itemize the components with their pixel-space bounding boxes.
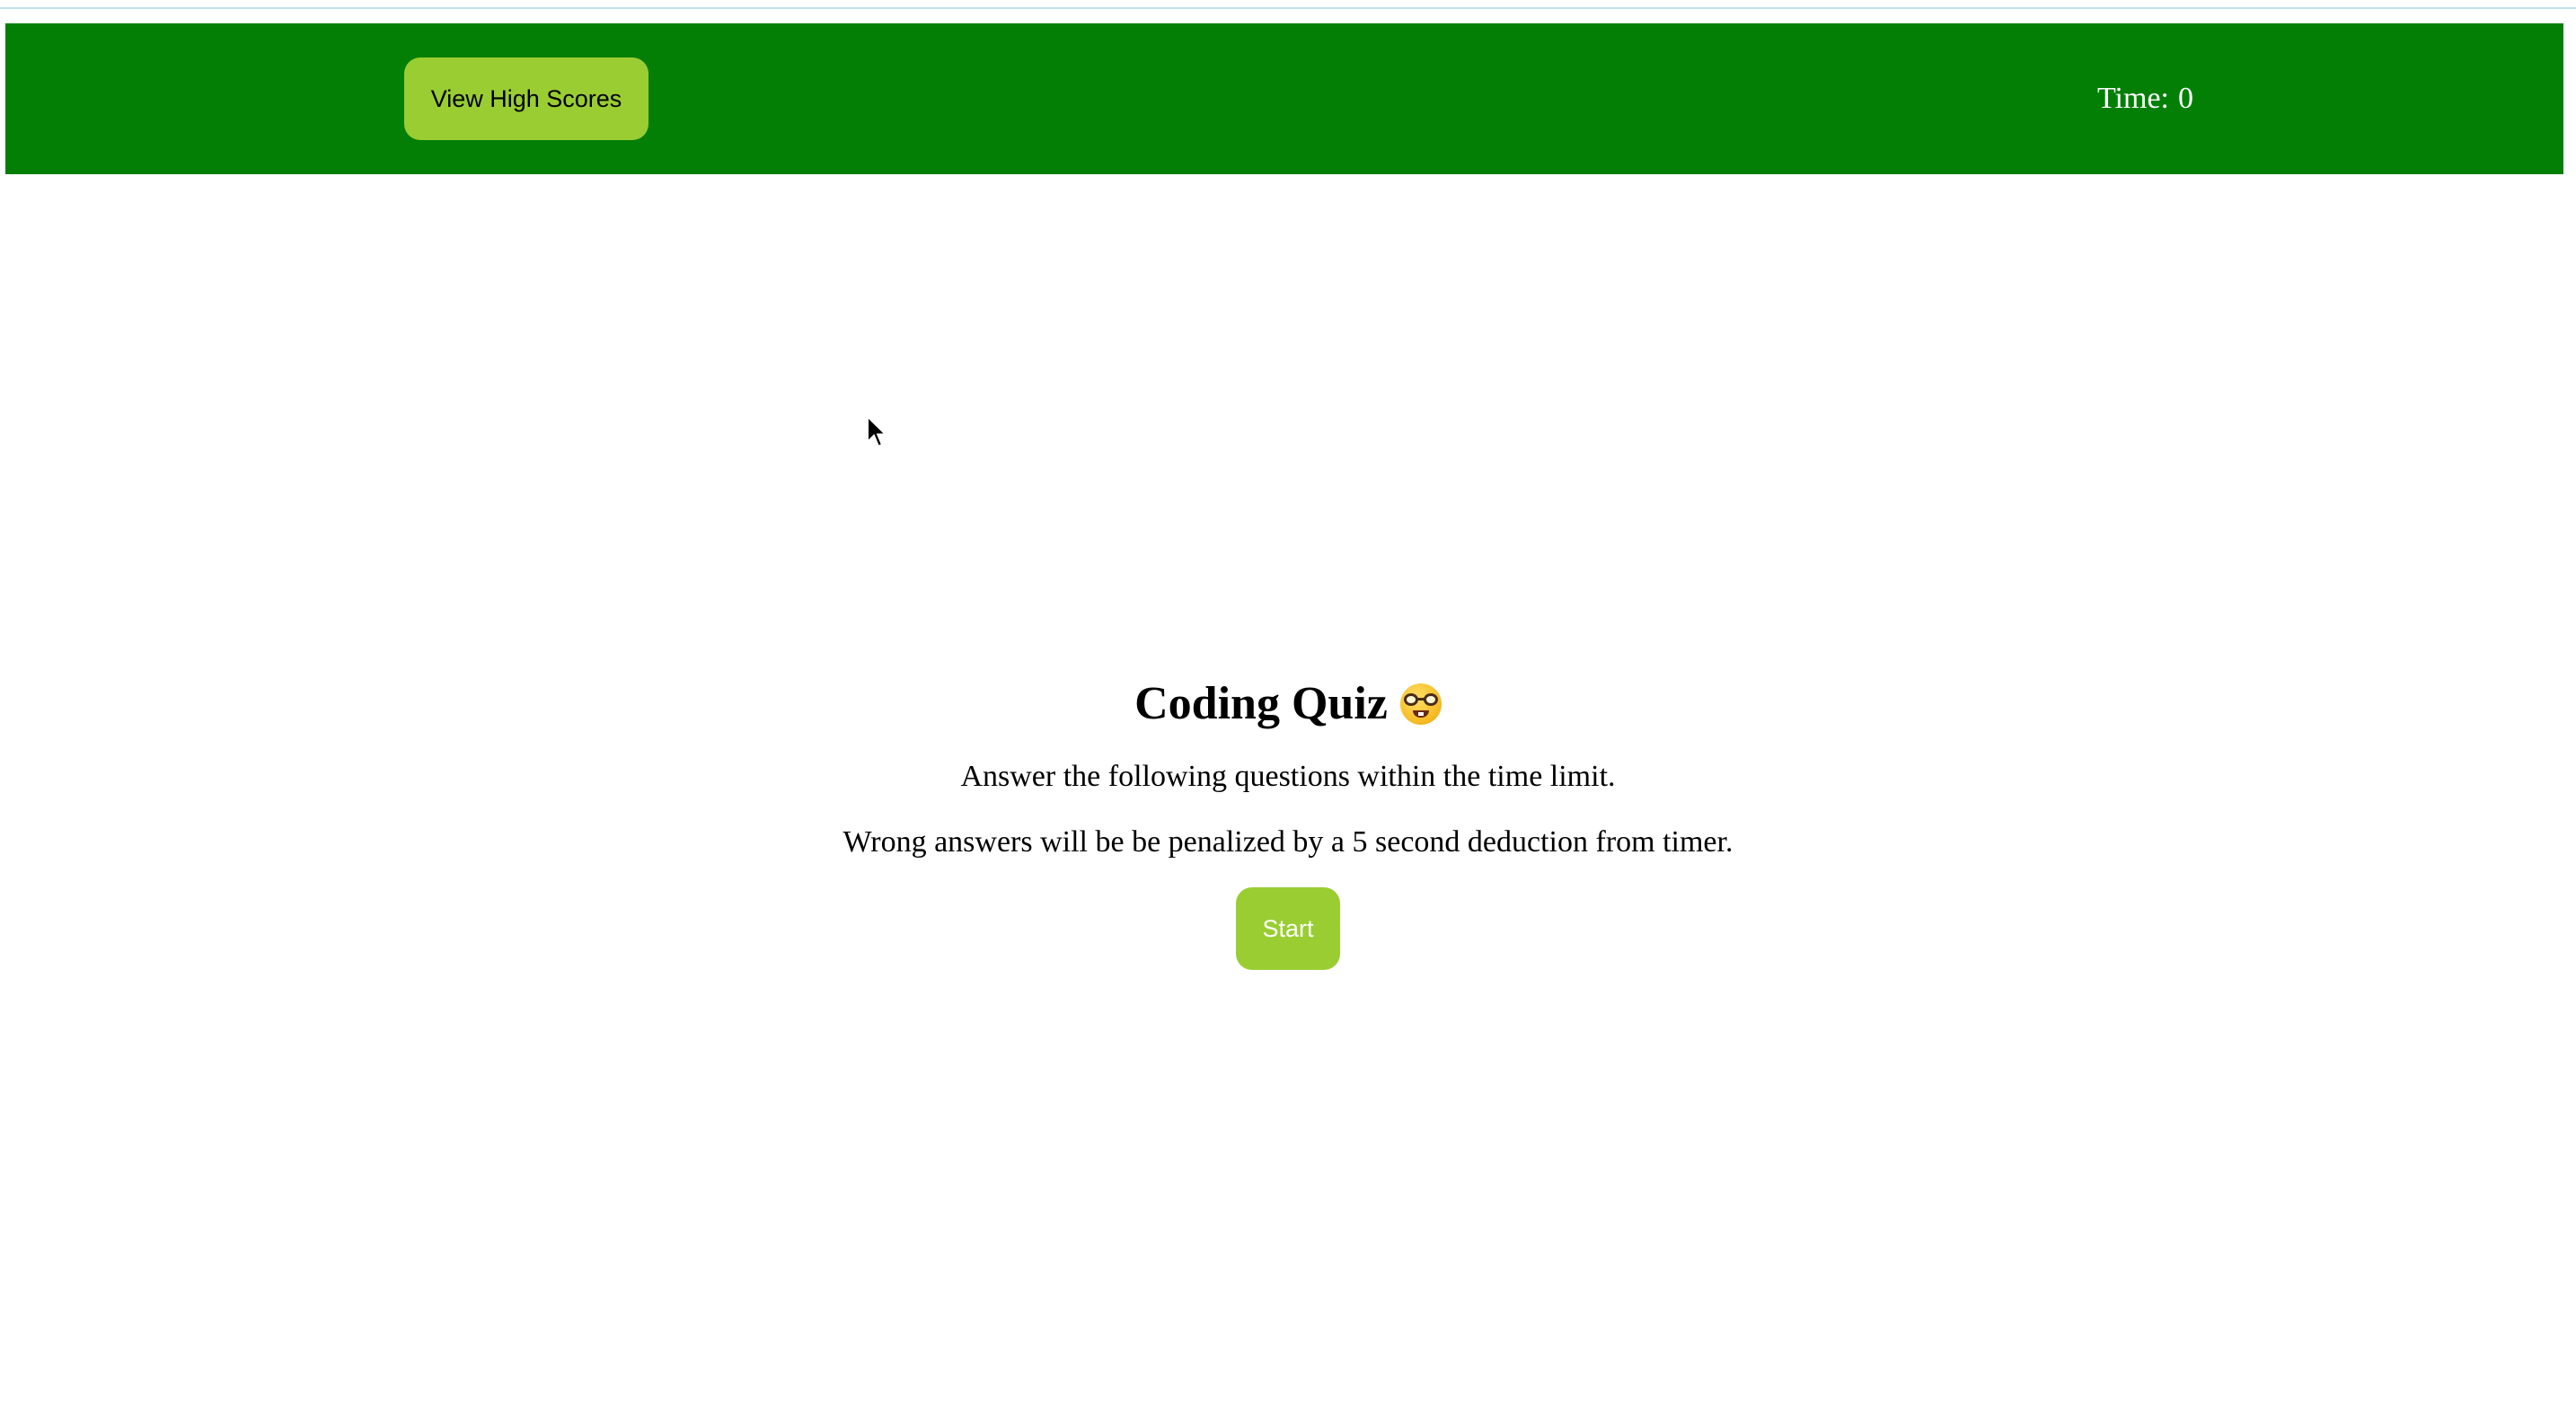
instructions-line-2: Wrong answers will be be penalized by a … [842,825,1734,859]
top-divider [0,7,2576,9]
quiz-intro: Coding Quiz Answer the following questio… [0,665,2576,970]
quiz-title-text: Coding Quiz [1134,678,1388,729]
timer: Time: 0 [2097,23,2193,174]
nerd-face-icon [1399,683,1442,725]
instructions-line-1: Answer the following questions within th… [960,760,1616,793]
mouse-cursor-icon [867,415,887,448]
app-header: View High Scores Time: 0 [5,23,2563,174]
timer-label: Time: [2096,82,2169,115]
view-high-scores-button[interactable]: View High Scores [404,57,648,140]
timer-value: 0 [2178,82,2193,115]
start-button[interactable]: Start [1236,887,1340,970]
page-title: Coding Quiz [1134,665,1442,744]
